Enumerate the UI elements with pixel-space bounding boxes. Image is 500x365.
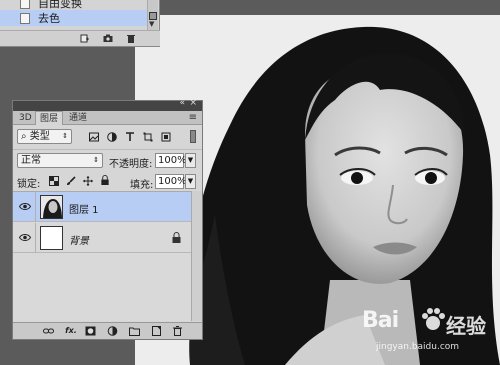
close-icon[interactable]: × [189, 98, 197, 108]
blend-mode-value: 正常 [21, 155, 41, 166]
search-icon: ⌕ [21, 131, 30, 142]
history-scrollbar[interactable]: ▼ [147, 0, 158, 30]
panel-tabs: 3D 图层 通道 ≡ [13, 111, 202, 125]
tab-layers[interactable]: 图层 [35, 111, 64, 125]
link-layers-icon[interactable] [43, 326, 54, 336]
layer-row-background[interactable]: 背景 [13, 223, 191, 253]
lock-label: 锁定: [17, 179, 41, 190]
layer-lock-icon [172, 232, 181, 243]
divider [35, 192, 36, 222]
chevron-updown-icon: ⇕ [93, 156, 99, 164]
watermark-brand: Bai [362, 308, 399, 333]
trash-icon[interactable] [126, 34, 136, 43]
layer-list: 图层 1 背景 [13, 191, 191, 321]
blend-mode-select[interactable]: 正常 ⇕ [17, 153, 103, 168]
new-group-folder-icon[interactable] [129, 326, 140, 336]
fill-input[interactable]: 100% [155, 174, 187, 189]
layers-footer-toolbar: fx. [13, 322, 202, 339]
layer-row-layer1[interactable]: 图层 1 [13, 192, 191, 222]
portrait-thumbnail-image [41, 196, 62, 218]
opacity-label: 不透明度: [109, 159, 153, 170]
baidu-paw-logo-icon [422, 308, 445, 330]
visibility-eye-icon[interactable] [19, 202, 31, 211]
baidu-jingyan-watermark: Bai 经验 jingyan.baidu.com [362, 302, 500, 364]
history-state-icon [20, 0, 30, 9]
scroll-thumb[interactable] [149, 12, 157, 20]
divider [35, 223, 36, 253]
filter-kind-value: 类型 [29, 131, 50, 142]
add-mask-icon[interactable] [85, 326, 96, 336]
layer-thumbnail[interactable] [40, 195, 63, 219]
filter-type-icon[interactable] [125, 132, 135, 142]
adjustment-layer-icon[interactable] [107, 326, 118, 336]
delete-layer-trash-icon[interactable] [172, 326, 183, 336]
panel-menu-icon[interactable]: ≡ [189, 112, 197, 123]
layer-name[interactable]: 图层 1 [69, 201, 99, 216]
lock-all-icon[interactable] [100, 175, 110, 185]
history-item-selected[interactable]: 去色 [0, 10, 147, 26]
filter-toggle-switch[interactable] [190, 130, 196, 143]
collapse-icon[interactable]: « [179, 98, 185, 108]
visibility-eye-icon[interactable] [19, 233, 31, 242]
new-layer-icon[interactable] [151, 326, 162, 336]
fill-dropdown-icon[interactable]: ▼ [185, 174, 196, 189]
lock-pixels-brush-icon[interactable] [66, 176, 76, 186]
layers-panel: « × 3D 图层 通道 ≡ ⌕ 类型 ⇕ 正常 ⇕ 不透明度: 100% ▼ … [12, 98, 203, 340]
filter-shape-icon[interactable] [143, 132, 153, 142]
layer-style-fx-button[interactable]: fx. [64, 326, 78, 336]
new-document-from-state-icon[interactable] [80, 34, 90, 43]
filter-kind-select[interactable]: ⌕ 类型 ⇕ [17, 129, 72, 144]
scroll-down-arrow-icon[interactable]: ▼ [149, 20, 154, 28]
history-panel: 自由变换 去色 ▼ [0, 0, 160, 47]
filter-smartobject-icon[interactable] [161, 132, 171, 142]
lock-position-move-icon[interactable] [83, 176, 93, 186]
opacity-input[interactable]: 100% [155, 153, 187, 168]
camera-icon[interactable] [103, 34, 113, 43]
filter-row: ⌕ 类型 ⇕ [13, 127, 202, 147]
layer-thumbnail[interactable] [40, 226, 63, 250]
filter-adjustment-icon[interactable] [107, 132, 117, 142]
history-toolbar [0, 30, 160, 46]
panel-titlebar[interactable]: « × [13, 98, 202, 111]
history-item-label: 去色 [38, 12, 60, 25]
layer-list-scrollbar[interactable] [191, 191, 202, 321]
watermark-brand-cn: 经验 [446, 314, 486, 338]
opacity-dropdown-icon[interactable]: ▼ [185, 153, 196, 168]
chevron-updown-icon: ⇕ [62, 132, 68, 140]
fill-label: 填充: [130, 180, 154, 191]
lock-row: 锁定: 填充: 100% ▼ [13, 171, 202, 191]
tab-channels[interactable]: 通道 [65, 111, 91, 125]
lock-transparency-icon[interactable] [49, 176, 59, 186]
tab-3d[interactable]: 3D [15, 111, 36, 125]
blend-row: 正常 ⇕ 不透明度: 100% ▼ [13, 149, 202, 170]
layer-name[interactable]: 背景 [69, 232, 89, 247]
watermark-url: jingyan.baidu.com [376, 342, 460, 352]
history-state-icon [20, 12, 30, 24]
filter-pixel-icon[interactable] [89, 132, 99, 142]
